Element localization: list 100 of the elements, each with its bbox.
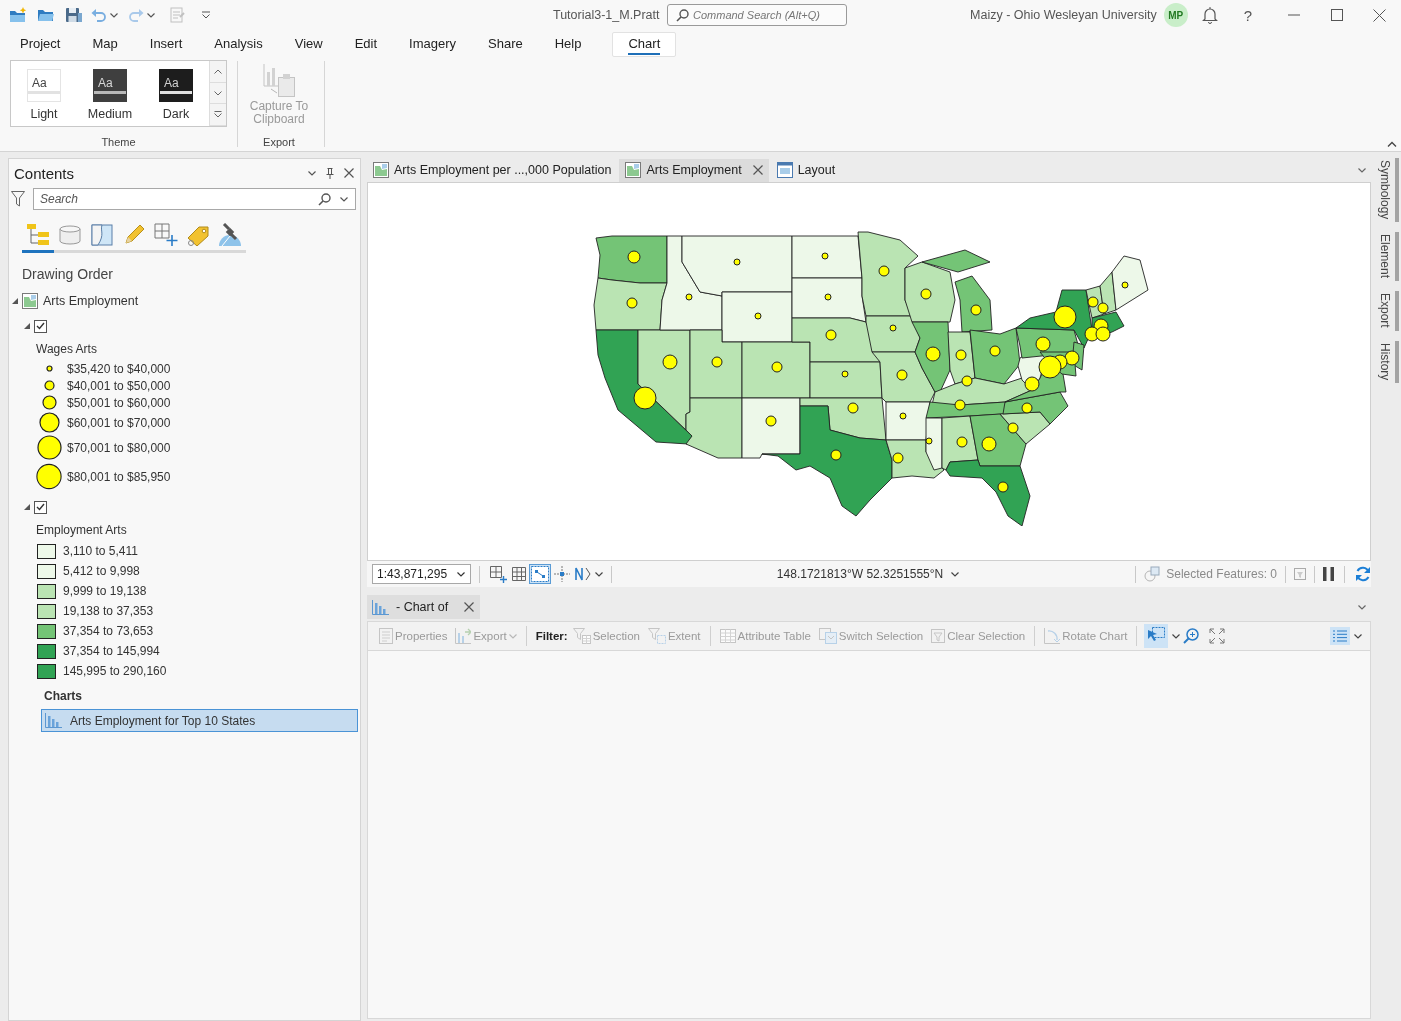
circle-symbol-icon: [36, 435, 62, 460]
bell-icon[interactable]: [1201, 6, 1218, 24]
caret-icon[interactable]: [1358, 604, 1366, 610]
user-avatar[interactable]: MP: [1163, 3, 1188, 27]
theme-option[interactable]: Aa Medium: [77, 61, 143, 126]
rotate-arrow-icon: [1044, 628, 1061, 644]
map-thumbnail-icon: [373, 162, 389, 178]
close-icon[interactable]: [752, 165, 763, 175]
ribbon-tab[interactable]: Analysis: [203, 31, 274, 57]
search-icon[interactable]: [318, 193, 331, 206]
close-icon[interactable]: [464, 602, 475, 612]
legend-label: 5,412 to 9,998: [63, 564, 140, 578]
bar-chart-icon: [372, 599, 389, 615]
legend-label: $70,001 to $80,000: [67, 440, 171, 455]
legend-label: $40,001 to $50,000: [67, 378, 171, 393]
document-tab[interactable]: Arts Employment per ...,000 Population: [369, 158, 616, 182]
side-tab[interactable]: History: [1374, 341, 1399, 384]
document-tab[interactable]: Layout: [772, 158, 840, 182]
tree-list-icon: [26, 223, 50, 247]
grid-plus-icon[interactable]: [488, 563, 509, 585]
map-name: Arts Employment: [43, 294, 139, 308]
ribbon-tab[interactable]: Map: [81, 31, 129, 57]
checkbox[interactable]: [34, 319, 47, 333]
chart-item[interactable]: Arts Employment for Top 10 States: [41, 709, 358, 732]
scale-dropdown[interactable]: 1:43,871,295: [372, 564, 471, 584]
theme-option[interactable]: Aa Light: [11, 61, 77, 126]
side-tab[interactable]: Element: [1374, 232, 1399, 282]
checkbox[interactable]: [34, 500, 47, 514]
search-field[interactable]: Search: [33, 188, 356, 210]
ribbon-tab[interactable]: Imagery: [398, 31, 468, 57]
caret-icon[interactable]: [308, 170, 316, 176]
close-icon[interactable]: [344, 168, 354, 178]
maximize-icon: [1330, 9, 1343, 21]
chart-tab[interactable]: - Chart of: [367, 595, 481, 619]
tag-icon: [186, 224, 210, 246]
caret-icon: [951, 571, 960, 577]
caret-icon[interactable]: [147, 12, 155, 18]
caret-icon[interactable]: [595, 571, 603, 577]
pointer-select-icon[interactable]: [1144, 624, 1169, 648]
section-heading: Drawing Order: [22, 266, 115, 284]
help-button[interactable]: ?: [1243, 6, 1252, 24]
expand-gallery-button[interactable]: [210, 104, 226, 126]
legend-label: $80,001 to $85,950: [67, 469, 171, 484]
expander-icon[interactable]: [24, 504, 30, 510]
ribbon-tab[interactable]: Project: [9, 31, 72, 57]
cylinder-icon: [59, 225, 81, 245]
grid-plus-icon: [154, 223, 178, 247]
caret-up-icon[interactable]: [1387, 141, 1397, 147]
caret-icon[interactable]: [340, 197, 348, 202]
tick-icon: [36, 322, 45, 330]
theme-thumbnail: Aa: [159, 69, 193, 102]
pencil-icon: [123, 224, 145, 246]
expander-icon[interactable]: [12, 298, 18, 304]
selected-features-count: Selected Features: 0: [1166, 567, 1277, 581]
section-heading: Charts: [43, 688, 83, 704]
expander-icon[interactable]: [24, 323, 30, 329]
ribbon-tab[interactable]: Help: [543, 31, 593, 57]
table-icon: [719, 629, 736, 643]
ribbon-tab[interactable]: Insert: [138, 31, 194, 57]
grid-icon[interactable]: [510, 565, 528, 583]
circle-symbol-icon: [45, 365, 53, 372]
folder-sparkle-icon[interactable]: [9, 7, 27, 23]
ribbon-tab[interactable]: Share: [477, 31, 534, 57]
clear-selection-icon: [931, 629, 946, 643]
crosshair-icon[interactable]: [552, 564, 572, 584]
ribbon-tab[interactable]: Chart: [612, 31, 677, 57]
snapping-grid-icon[interactable]: [529, 564, 551, 584]
legend-label: $50,001 to $60,000: [67, 395, 171, 410]
caret-icon: [457, 571, 465, 577]
legend-label: $35,420 to $40,000: [67, 361, 171, 376]
funnel-table-icon: [572, 628, 591, 644]
refresh-icon[interactable]: [1355, 566, 1371, 582]
legend-title: Employment Arts: [35, 522, 128, 538]
circle-symbol-icon: [38, 412, 60, 433]
legend-label: 37,354 to 145,994: [63, 644, 160, 658]
group-label: Export: [263, 136, 295, 150]
minimize-icon: [1287, 14, 1300, 16]
theme-option[interactable]: Aa Dark: [143, 61, 209, 126]
funnel-icon[interactable]: [11, 191, 25, 207]
caret-icon[interactable]: [110, 12, 118, 18]
caret-up-icon: [214, 68, 222, 74]
ribbon-tab[interactable]: View: [283, 31, 334, 57]
pin-icon[interactable]: [326, 167, 334, 179]
legend-label: $60,001 to $70,000: [67, 415, 171, 430]
command-search-field[interactable]: Command Search (Alt+Q): [667, 4, 847, 26]
tick-icon: [36, 503, 45, 511]
user-name: Maizy - Ohio Wesleyan University: [970, 8, 1157, 22]
coordinates-dropdown[interactable]: 148.1721813°W 52.3251555°N: [776, 567, 960, 581]
caret-icon[interactable]: [1354, 633, 1362, 639]
caret-icon[interactable]: [1172, 633, 1181, 639]
caret-icon[interactable]: [1358, 167, 1366, 173]
folder-icon[interactable]: [37, 7, 55, 23]
caret-icon[interactable]: [201, 11, 211, 19]
side-tab[interactable]: Export: [1374, 291, 1399, 332]
theme-thumbnail: Aa: [93, 69, 127, 102]
side-tab[interactable]: Symbology: [1374, 158, 1399, 223]
ribbon-tab[interactable]: Edit: [343, 31, 389, 57]
switch-selection-icon: [818, 628, 837, 644]
pause-icon[interactable]: [1323, 567, 1334, 581]
document-tab[interactable]: Arts Employment: [619, 158, 769, 182]
